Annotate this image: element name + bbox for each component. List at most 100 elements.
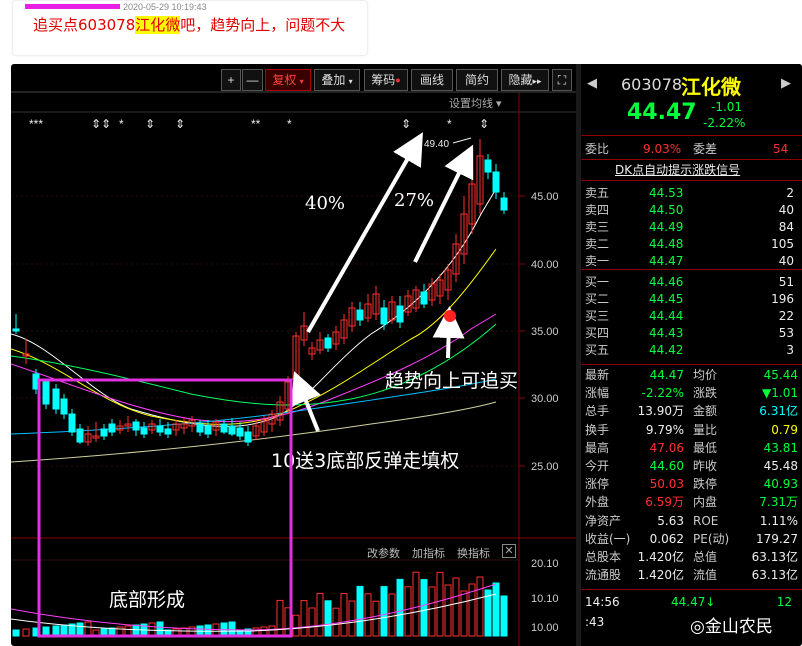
quote-panel: ◀ 603078 江化微 ▶ 44.47 -1.01 -2.22% 委比 9.0…	[581, 64, 802, 646]
bid-row[interactable]: 买一 44.46 51	[581, 274, 802, 291]
weibi-label: 委比	[585, 142, 610, 156]
candle-body	[204, 425, 212, 435]
stat-value: ▼1.01	[762, 386, 798, 401]
order-volume: 51	[778, 275, 794, 289]
stat-label: ROE	[693, 513, 719, 528]
volume-bar	[388, 593, 396, 637]
volume-bar	[428, 586, 436, 637]
ask-row[interactable]: 卖五 44.53 2	[581, 185, 802, 202]
stat-label: 流通股	[585, 568, 622, 583]
candle-body	[228, 425, 236, 435]
bid-row[interactable]: 买五 44.42 3	[581, 342, 802, 359]
trading-terminal: *** ⇕⇕ * ⇕ ⇕ ** * ⇕ * ⇕ 45.00 40.00 35.00 30.00 2…	[11, 64, 802, 646]
author-name-redacted[interactable]	[25, 4, 120, 9]
zoom-out-button[interactable]: —	[242, 69, 263, 91]
price-axis-35: 35.00	[531, 326, 559, 338]
bid-row[interactable]: 买二 44.45 196	[581, 291, 802, 308]
candle-body	[12, 328, 20, 332]
price-change-pct: -2.22%	[703, 116, 746, 130]
stat-label: 总股本	[585, 550, 622, 564]
volume-bar	[460, 590, 468, 637]
switch-indicator-button[interactable]: 换指标	[457, 545, 490, 561]
stat-value: 50.03	[649, 477, 684, 492]
annotation-27pct: 27%	[394, 190, 434, 211]
weibi-row: 委比 9.03% 委差 54	[581, 141, 802, 158]
stats-row: 涨幅 -2.22% 涨跌 ▼1.01	[581, 385, 802, 402]
close-indicator-icon[interactable]: ✕	[502, 544, 516, 558]
signal-star-marker: *	[119, 117, 124, 131]
high-price-marker: 49.40	[424, 139, 449, 150]
stock-code: 603078	[621, 75, 683, 94]
chouma-button[interactable]: 筹码●	[364, 69, 408, 91]
volume-bar	[300, 600, 308, 637]
ask-row[interactable]: 卖三 44.49 84	[581, 219, 802, 236]
volume-bar	[292, 614, 300, 637]
volume-bar	[412, 571, 420, 637]
order-volume: 105	[771, 237, 794, 251]
stat-label: 最新	[585, 368, 610, 382]
stat-value: 7.31万	[759, 495, 798, 510]
stat-value: 44.47	[649, 368, 684, 382]
signal-star-marker: **	[251, 117, 261, 131]
prev-stock-icon[interactable]: ◀	[587, 76, 597, 91]
volume-bar	[500, 595, 508, 637]
stat-value: 47.06	[649, 440, 684, 455]
fuquan-button[interactable]: 复权 ▾	[265, 69, 311, 91]
signal-star-marker: ***	[29, 117, 43, 131]
setting-ma-label: 设置均线	[449, 98, 493, 110]
jianyue-button[interactable]: 简约	[456, 69, 498, 91]
volume-bar	[380, 586, 388, 637]
stat-label: 最低	[693, 440, 718, 455]
expand-icon[interactable]: ⛶	[552, 69, 572, 91]
stat-value: -2.22%	[641, 386, 684, 401]
volume-bar	[364, 593, 372, 637]
dk-signal-link[interactable]: DK点自动提示涨跌信号	[615, 161, 740, 178]
volume-bar	[452, 577, 460, 637]
next-stock-icon[interactable]: ▶	[781, 76, 791, 91]
kline-chart-area[interactable]: *** ⇕⇕ * ⇕ ⇕ ** * ⇕ * ⇕ 45.00 40.00 35.00 30.00 2…	[11, 64, 576, 646]
bid-row[interactable]: 买四 44.43 53	[581, 325, 802, 342]
kline-chart[interactable]: *** ⇕⇕ * ⇕ ⇕ ** * ⇕ * ⇕ 45.00 40.00 35.00 30.00 2…	[11, 64, 576, 646]
add-indicator-button[interactable]: 加指标	[412, 545, 445, 561]
huaxian-button[interactable]: 画线	[411, 69, 453, 91]
setting-ma-button[interactable]: 设置均线 ▾	[449, 95, 502, 111]
bid-row[interactable]: 买三 44.44 22	[581, 308, 802, 325]
ask-row[interactable]: 卖四 44.50 40	[581, 202, 802, 219]
last-price: 44.47	[627, 100, 697, 125]
stat-label: 涨幅	[585, 386, 610, 401]
order-volume: 40	[778, 254, 794, 268]
order-price: 44.44	[649, 309, 684, 323]
zoom-in-button[interactable]: +	[221, 69, 241, 91]
order-label: 卖四	[585, 203, 610, 217]
ask-row[interactable]: 卖一 44.47 40	[581, 253, 802, 270]
volume-bar	[332, 607, 340, 637]
volume-bar	[84, 621, 92, 637]
stat-value: 63.13亿	[751, 568, 798, 583]
stat-label: 均价	[693, 368, 718, 382]
candle-body	[500, 197, 508, 211]
candle-body	[220, 423, 228, 433]
order-label: 买五	[585, 343, 610, 357]
chevron-down-icon: ▾	[348, 77, 353, 86]
price-axis-40: 40.00	[531, 259, 559, 271]
candle-body	[420, 291, 428, 305]
order-label: 买二	[585, 292, 610, 306]
price-axis-45: 45.00	[531, 191, 559, 203]
stat-label: 总值	[693, 550, 718, 564]
yincang-button[interactable]: 隐藏▸▸	[501, 69, 549, 91]
candle-body	[244, 431, 252, 443]
candle-body	[140, 427, 148, 435]
moving-average-line	[11, 313, 497, 423]
diejia-button[interactable]: 叠加 ▾	[314, 69, 360, 91]
stock-name-highlight[interactable]: 江化微	[135, 16, 181, 34]
stat-label: 总手	[585, 404, 610, 419]
order-volume: 196	[771, 292, 794, 306]
volume-bar	[436, 571, 444, 637]
volume-axis-mid: 10.10	[531, 593, 559, 605]
volume-axis-low: 10.00	[531, 622, 559, 634]
change-param-button[interactable]: 改参数	[367, 545, 400, 561]
stats-row: 流通股 1.420亿 流值 63.13亿	[581, 567, 802, 584]
stat-label: 内盘	[693, 495, 718, 510]
candle-body	[52, 388, 60, 410]
ask-row[interactable]: 卖二 44.48 105	[581, 236, 802, 253]
